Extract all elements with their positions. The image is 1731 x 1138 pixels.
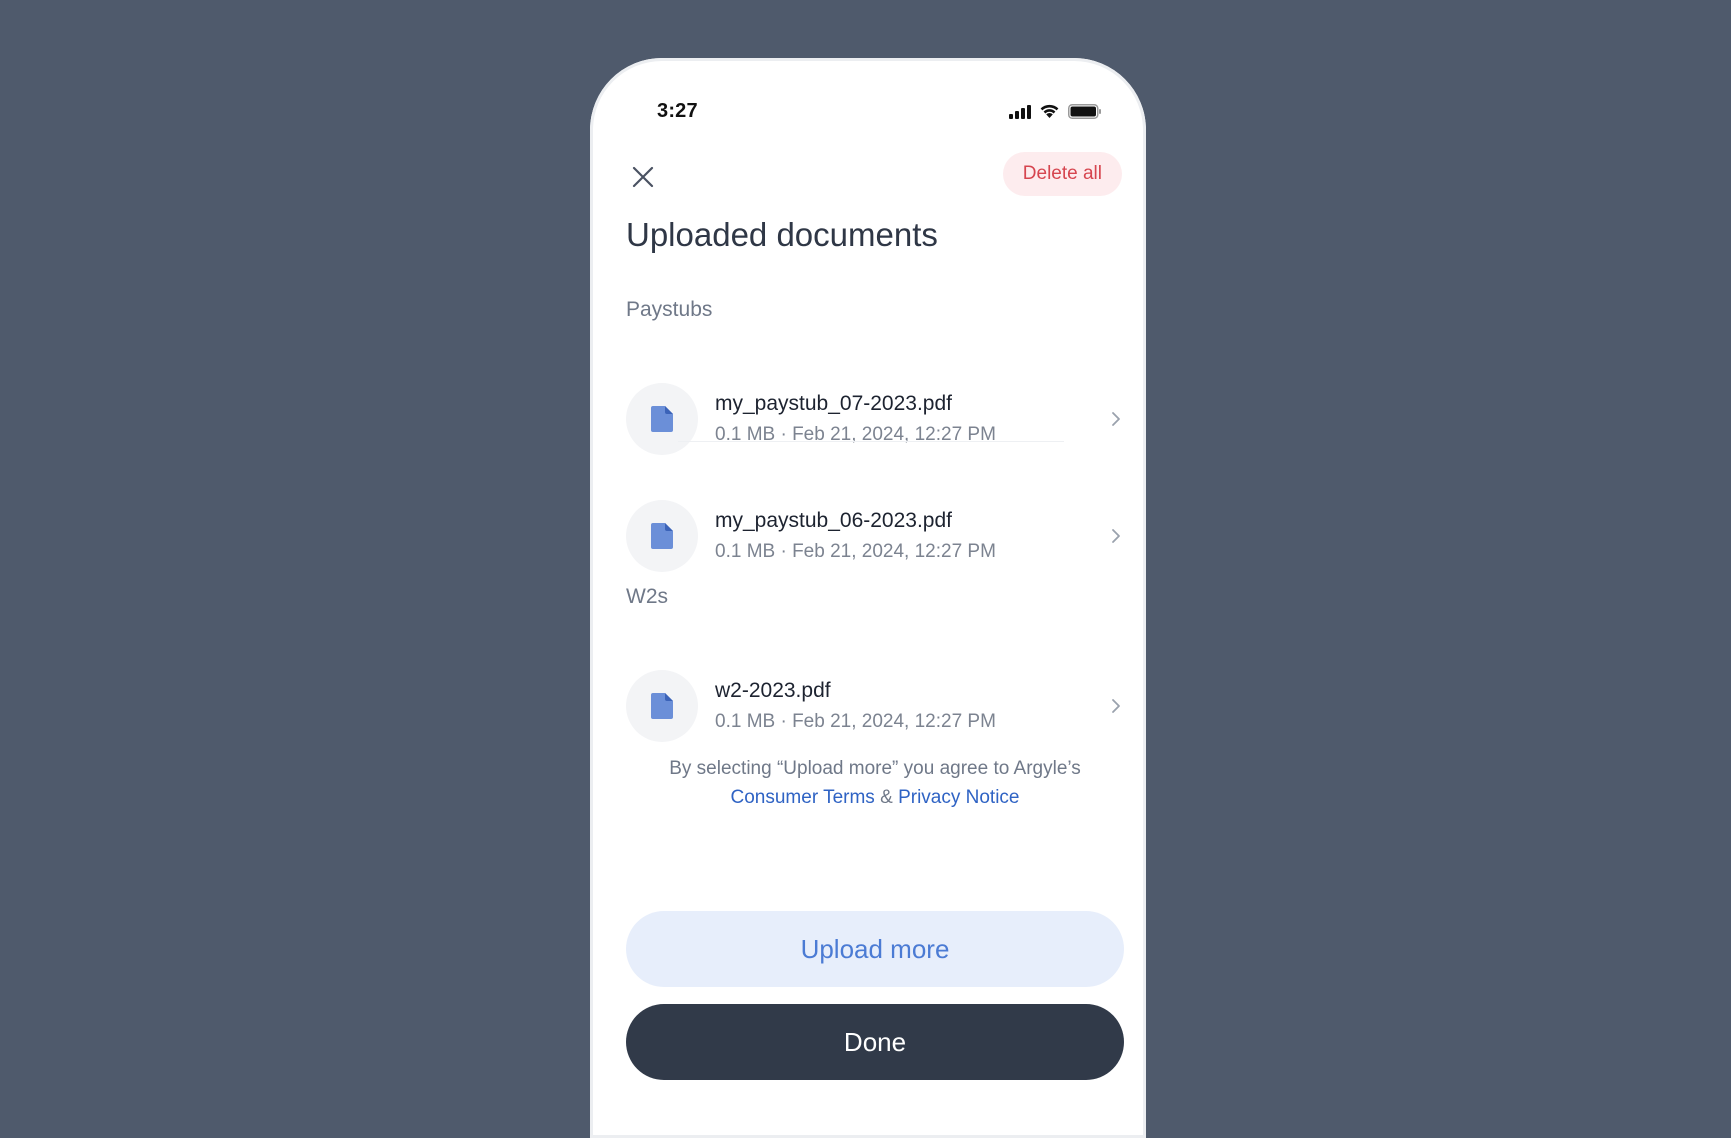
- close-button[interactable]: [626, 160, 660, 194]
- status-time: 3:27: [657, 100, 698, 122]
- legal-text: By selecting “Upload more” you agree to …: [669, 758, 1081, 779]
- file-meta: 0.1 MB · Feb 21, 2024, 12:27 PM: [715, 711, 996, 732]
- file-row[interactable]: w2-2023.pdf 0.1 MB · Feb 21, 2024, 12:27…: [626, 670, 1124, 742]
- file-name: my_paystub_07-2023.pdf: [715, 392, 952, 415]
- status-icons: [1009, 104, 1102, 124]
- chevron-right-icon: [1108, 526, 1124, 546]
- wifi-icon: [1039, 104, 1060, 124]
- cellular-signal-icon: [1009, 104, 1031, 124]
- file-text: my_paystub_06-2023.pdf 0.1 MB · Feb 21, …: [715, 509, 1108, 563]
- done-button[interactable]: Done: [626, 1004, 1124, 1080]
- row-divider: [678, 441, 1064, 442]
- section-label-paystubs: Paystubs: [626, 298, 713, 321]
- chevron-right-icon: [1108, 696, 1124, 716]
- file-text: my_paystub_07-2023.pdf 0.1 MB · Feb 21, …: [715, 392, 1108, 446]
- page-title: Uploaded documents: [626, 216, 938, 253]
- file-icon-circle: [626, 670, 698, 742]
- phone-frame: 3:27 Delete all Uploaded documents Payst…: [590, 58, 1146, 1138]
- file-row[interactable]: my_paystub_06-2023.pdf 0.1 MB · Feb 21, …: [626, 500, 1124, 572]
- delete-all-button[interactable]: Delete all: [1002, 152, 1122, 196]
- file-row[interactable]: my_paystub_07-2023.pdf 0.1 MB · Feb 21, …: [626, 383, 1124, 455]
- document-icon: [651, 693, 673, 719]
- legal-links: Consumer Terms & Privacy Notice: [626, 783, 1124, 812]
- chevron-right-icon: [1108, 409, 1124, 429]
- close-icon: [632, 166, 654, 188]
- upload-more-button[interactable]: Upload more: [626, 911, 1124, 987]
- document-icon: [651, 523, 673, 549]
- file-name: w2-2023.pdf: [715, 679, 831, 702]
- legal-separator: &: [880, 787, 893, 808]
- privacy-notice-link[interactable]: Privacy Notice: [898, 787, 1019, 808]
- consumer-terms-link[interactable]: Consumer Terms: [731, 787, 875, 808]
- document-icon: [651, 406, 673, 432]
- battery-icon: [1068, 104, 1102, 124]
- file-text: w2-2023.pdf 0.1 MB · Feb 21, 2024, 12:27…: [715, 679, 1108, 733]
- file-meta: 0.1 MB · Feb 21, 2024, 12:27 PM: [715, 424, 996, 445]
- file-icon-circle: [626, 500, 698, 572]
- file-name: my_paystub_06-2023.pdf: [715, 509, 952, 532]
- file-icon-circle: [626, 383, 698, 455]
- legal-notice: By selecting “Upload more” you agree to …: [626, 754, 1124, 812]
- file-meta: 0.1 MB · Feb 21, 2024, 12:27 PM: [715, 541, 996, 562]
- section-label-w2s: W2s: [626, 585, 668, 608]
